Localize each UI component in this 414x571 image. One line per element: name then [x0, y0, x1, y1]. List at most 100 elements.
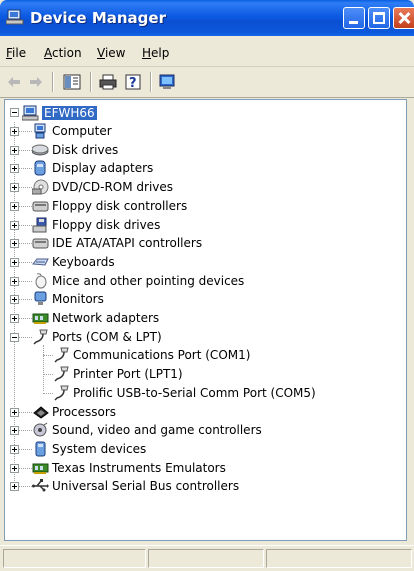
computer-icon	[21, 105, 39, 121]
back-arrow-icon[interactable]	[6, 73, 22, 91]
expand-toggle[interactable]	[10, 295, 19, 305]
floppy-controller-icon	[32, 198, 49, 214]
system-device-icon	[32, 441, 49, 457]
help-icon[interactable]: ?	[124, 73, 144, 91]
minimize-button[interactable]	[343, 7, 365, 29]
tree-category[interactable]: Ports (COM & LPT)	[32, 328, 162, 346]
forward-arrow-icon[interactable]	[28, 73, 44, 91]
expand-toggle[interactable]	[10, 239, 19, 249]
mouse-icon	[32, 272, 49, 289]
tree-category[interactable]: Monitors	[32, 290, 104, 308]
expand-toggle[interactable]	[10, 220, 19, 230]
tree-category[interactable]: Processors	[32, 403, 116, 421]
expand-toggle[interactable]	[10, 145, 19, 155]
tree-category-label: Computer	[52, 124, 112, 138]
tree-category[interactable]: Display adapters	[32, 159, 153, 177]
tree-category-label: Mice and other pointing devices	[52, 273, 245, 288]
status-pane	[266, 549, 412, 568]
toolbar-separator	[52, 72, 54, 92]
menu-action-label: ction	[52, 46, 82, 60]
tree-device-label: Communications Port (COM1)	[73, 348, 251, 363]
tree-category-label: Floppy disk controllers	[52, 198, 188, 213]
tree-category-label: Disk drives	[52, 142, 119, 157]
menu-help[interactable]: Help	[142, 46, 169, 60]
tree-category[interactable]: Floppy disk controllers	[32, 197, 187, 215]
expand-toggle[interactable]	[10, 127, 19, 136]
expand-toggle[interactable]	[10, 201, 19, 211]
expand-toggle[interactable]	[10, 407, 19, 417]
tree-category[interactable]: Sound, video and game controllers	[32, 421, 262, 439]
scan-hardware-icon[interactable]	[158, 73, 178, 91]
expand-toggle[interactable]	[10, 426, 19, 436]
tree-category-label: IDE ATA/ATAPI controllers	[52, 236, 203, 251]
tree-category[interactable]: Network adapters	[32, 309, 159, 327]
device-tree[interactable]: EFWH66 Computer Disk drives Display adapte…	[4, 99, 407, 541]
expand-toggle[interactable]	[10, 463, 19, 473]
status-pane	[148, 549, 264, 568]
tree-category-label: Texas Instruments Emulators	[52, 460, 226, 475]
tree-line	[43, 374, 53, 376]
emulator-icon	[32, 460, 49, 476]
tree-category-label: System devices	[52, 441, 147, 456]
toolbar-separator	[150, 72, 152, 92]
tree-category[interactable]: Disk drives	[31, 141, 119, 159]
properties-icon[interactable]	[62, 73, 82, 91]
tree-category-label: DVD/CD-ROM drives	[52, 180, 174, 195]
toolbar: ?	[0, 67, 414, 98]
menu-action-accel: A	[44, 46, 52, 60]
tree-device-label: Printer Port (LPT1)	[73, 367, 183, 382]
tree-category[interactable]: Universal Serial Bus controllers	[32, 477, 239, 495]
menu-file-label: ile	[12, 46, 27, 60]
port-icon	[53, 366, 70, 382]
port-icon	[53, 347, 70, 363]
tree-category-label: Monitors	[52, 292, 104, 307]
expand-toggle[interactable]	[10, 444, 19, 454]
tree-device[interactable]: Printer Port (LPT1)	[53, 365, 183, 383]
tree-category[interactable]: DVD/CD-ROM drives	[31, 178, 174, 196]
title-bar[interactable]: Device Manager	[0, 0, 414, 36]
tree-category[interactable]: IDE ATA/ATAPI controllers	[32, 234, 202, 252]
maximize-button[interactable]	[368, 7, 390, 29]
menu-bar: File Action View Help	[0, 36, 414, 67]
expand-toggle[interactable]	[10, 257, 19, 267]
sound-icon	[32, 422, 49, 438]
menu-help-accel: H	[142, 46, 152, 60]
expand-toggle[interactable]	[10, 276, 19, 286]
menu-file[interactable]: File	[6, 46, 26, 60]
display-adapter-icon	[32, 160, 49, 176]
network-adapter-icon	[32, 310, 49, 326]
tree-category-label: Universal Serial Bus controllers	[52, 479, 240, 494]
tree-category[interactable]: System devices	[32, 440, 146, 458]
expand-toggle[interactable]	[10, 183, 19, 193]
menu-view-label: iew	[104, 46, 126, 60]
expand-toggle[interactable]	[10, 314, 19, 323]
tree-category[interactable]: Computer	[32, 122, 112, 140]
floppy-drive-icon	[32, 217, 49, 233]
tree-root[interactable]: EFWH66	[21, 104, 97, 122]
tree-device[interactable]: Prolific USB-to-Serial Comm Port (COM5)	[53, 384, 316, 402]
close-button[interactable]	[393, 7, 414, 29]
menu-view[interactable]: View	[97, 46, 125, 60]
toolbar-separator	[90, 72, 92, 92]
processor-icon	[32, 404, 49, 420]
keyboard-icon	[32, 254, 49, 270]
expand-toggle[interactable]	[10, 482, 19, 492]
tree-line	[43, 392, 53, 395]
tree-category[interactable]: Floppy disk drives	[32, 216, 160, 234]
menu-view-accel: V	[97, 46, 105, 60]
print-icon[interactable]	[98, 73, 118, 91]
tree-category-label: Ports (COM & LPT)	[52, 329, 162, 344]
tree-category[interactable]: Mice and other pointing devices	[32, 272, 244, 290]
tree-category-label: Sound, video and game controllers	[52, 423, 262, 438]
tree-device-label: Prolific USB-to-Serial Comm Port (COM5)	[73, 385, 316, 400]
expand-toggle[interactable]	[10, 164, 19, 174]
collapse-toggle[interactable]	[10, 332, 19, 342]
tree-category[interactable]: Texas Instruments Emulators	[32, 459, 226, 477]
status-bar	[0, 545, 414, 571]
tree-category-label: Network adapters	[52, 311, 160, 325]
menu-action[interactable]: Action	[44, 46, 82, 60]
device-manager-icon	[5, 9, 24, 25]
tree-device[interactable]: Communications Port (COM1)	[53, 346, 250, 364]
tree-category[interactable]: Keyboards	[32, 253, 115, 271]
collapse-toggle[interactable]	[10, 108, 19, 117]
